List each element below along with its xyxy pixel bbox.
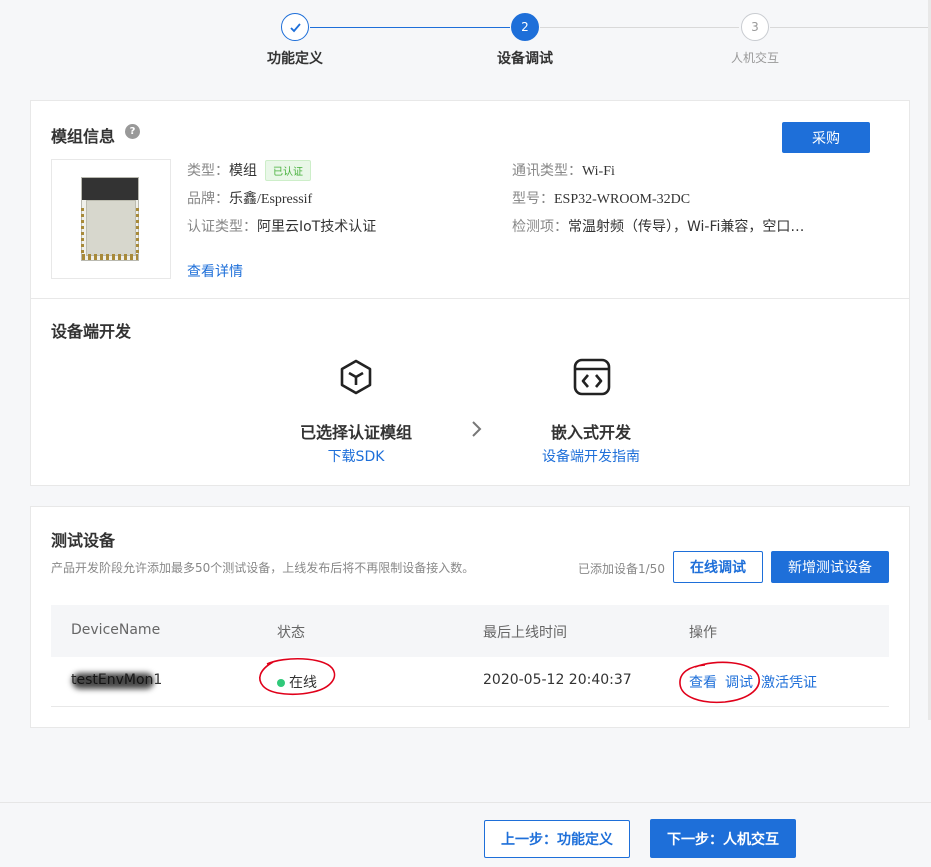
device-dev-title: 设备端开发 xyxy=(51,322,132,341)
buy-button[interactable]: 采购 xyxy=(782,122,870,153)
test-items-field: 检测项：常温射频（传导），Wi-Fi兼容，空口… xyxy=(512,216,804,236)
step-3-indicator: 3 xyxy=(741,13,769,41)
comm-type-field: 通讯类型：Wi-Fi xyxy=(512,160,615,180)
esp32-chip-image xyxy=(81,177,139,261)
step-3-label: 人机交互 xyxy=(730,51,779,65)
view-details-link[interactable]: 查看详情 xyxy=(187,261,243,281)
brand-key: 品牌： xyxy=(187,191,229,207)
next-step-button[interactable]: 下一步：人机交互 xyxy=(650,819,796,858)
col-status: 状态 xyxy=(277,625,305,641)
comm-type-value: Wi-Fi xyxy=(582,164,615,179)
brand-field: 品牌：乐鑫/Espressif xyxy=(187,188,312,208)
online-debug-button[interactable]: 在线调试 xyxy=(673,551,763,583)
device-count: 已添加设备1/50 xyxy=(578,562,665,576)
device-dev-guide-link[interactable]: 设备端开发指南 xyxy=(491,446,691,466)
annotation-circle-actions xyxy=(679,661,760,704)
redaction-mark xyxy=(72,673,154,689)
step-2-label: 设备调试 xyxy=(497,51,553,67)
add-test-device-button[interactable]: 新增测试设备 xyxy=(771,551,889,583)
brand-value: 乐鑫/Espressif xyxy=(229,192,313,207)
step-connector-3 xyxy=(770,27,928,28)
type-field: 类型：模组 xyxy=(187,160,257,180)
embedded-dev-title: 嵌入式开发 xyxy=(550,423,631,442)
cert-type-key: 认证类型： xyxy=(187,219,257,235)
embedded-code-icon xyxy=(572,357,612,401)
last-online-cell: 2020-05-12 20:40:37 xyxy=(483,672,632,688)
model-key: 型号： xyxy=(512,191,554,207)
annotation-circle-status xyxy=(259,657,336,696)
cube-icon xyxy=(337,358,375,400)
test-items-value: 常温射频（传导），Wi-Fi兼容，空口… xyxy=(568,219,805,235)
model-value: ESP32-WROOM-32DC xyxy=(554,192,691,207)
section-divider xyxy=(31,298,909,299)
prev-step-button[interactable]: 上一步：功能定义 xyxy=(484,820,630,858)
test-devices-title: 测试设备 xyxy=(51,531,116,550)
cert-type-value: 阿里云IoT技术认证 xyxy=(257,219,377,235)
activation-credential-link[interactable]: 激活凭证 xyxy=(761,672,817,692)
col-last-online: 最后上线时间 xyxy=(483,625,567,641)
step-1-label: 功能定义 xyxy=(267,51,323,67)
step-1-check-icon xyxy=(281,13,309,41)
selected-module-title: 已选择认证模组 xyxy=(299,423,412,442)
step-connector-2 xyxy=(540,27,739,28)
col-device-name: DeviceName xyxy=(71,622,161,638)
col-actions: 操作 xyxy=(689,625,717,641)
certified-badge: 已认证 xyxy=(265,160,311,181)
model-field: 型号：ESP32-WROOM-32DC xyxy=(512,188,690,208)
type-key: 类型： xyxy=(187,163,229,179)
chevron-right-icon xyxy=(470,420,484,442)
help-icon[interactable]: ? xyxy=(125,124,140,139)
module-info-title: 模组信息 xyxy=(51,127,116,146)
module-image xyxy=(51,159,171,279)
type-value: 模组 xyxy=(229,163,257,179)
step-2-indicator: 2 xyxy=(511,13,539,41)
test-devices-description: 产品开发阶段允许添加最多50个测试设备，上线发布后将不再限制设备接入数。 xyxy=(51,561,475,575)
table-header xyxy=(51,605,889,657)
test-items-key: 检测项： xyxy=(512,219,568,235)
step-connector-1 xyxy=(310,27,510,28)
download-sdk-link[interactable]: 下载SDK xyxy=(256,446,456,466)
comm-type-key: 通讯类型： xyxy=(512,163,582,179)
cert-type-field: 认证类型：阿里云IoT技术认证 xyxy=(187,216,376,236)
